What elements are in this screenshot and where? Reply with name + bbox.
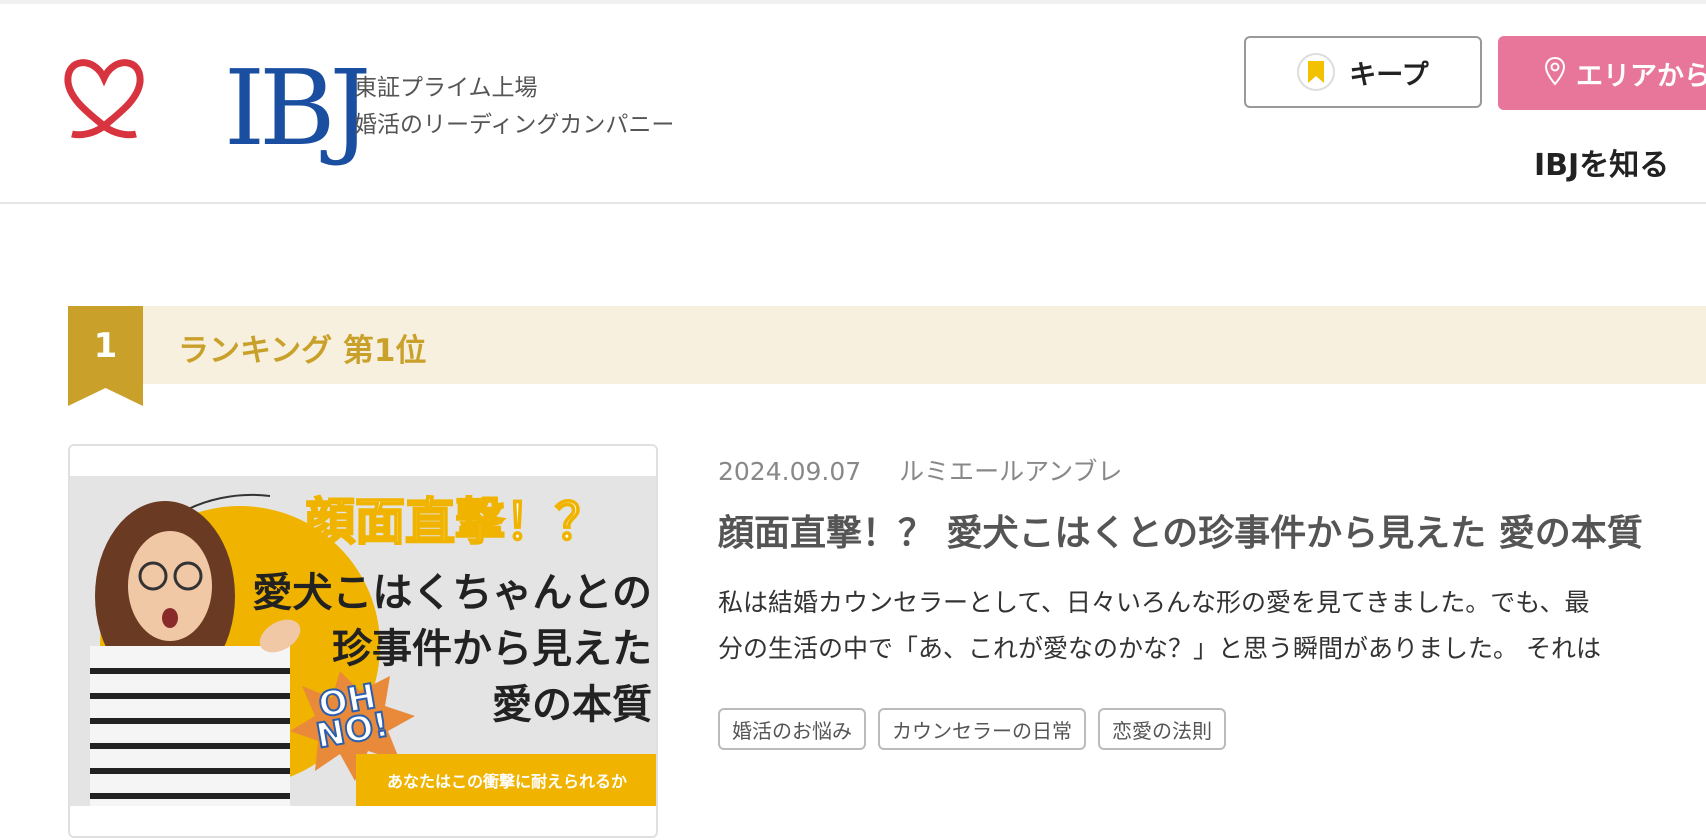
thumbnail-line-3: 愛の本質 [492, 682, 652, 728]
article-thumbnail: 顔面直撃！？ 愛犬こはくちゃんとの 珍事件から見えた 愛の本質 OH NO! あ… [70, 476, 656, 806]
excerpt-line-2: 分の生活の中で「あ、これが愛なのかな？」と思う瞬間がありました。 それは [718, 634, 1601, 663]
tag-counselor-daily[interactable]: カウンセラーの日常 [878, 708, 1086, 750]
logo-wordmark: IBJ [224, 47, 371, 169]
article-thumbnail-card[interactable]: 顔面直撃！？ 愛犬こはくちゃんとの 珍事件から見えた 愛の本質 OH NO! あ… [68, 444, 658, 838]
ibj-logo[interactable]: IBJ [64, 48, 371, 172]
map-pin-icon [1544, 56, 1566, 90]
article-tags: 婚活のお悩み カウンセラーの日常 恋愛の法則 [718, 708, 1226, 750]
thumbnail-line-1: 愛犬こはくちゃんとの [252, 570, 652, 616]
tag-konkatsu-nayami[interactable]: 婚活のお悩み [718, 708, 866, 750]
thumbnail-line-2: 珍事件から見えた [332, 626, 652, 672]
about-ibj-link[interactable]: IBJを知る [1534, 140, 1669, 184]
tagline-line-1: 東証プライム上場 [354, 75, 538, 101]
tag-love-rules[interactable]: 恋愛の法則 [1098, 708, 1226, 750]
article-excerpt: 私は結婚カウンセラーとして、日々いろんな形の愛を見てきました。でも、最 分の生活… [718, 580, 1706, 672]
tagline-line-2: 婚活のリーディングカンパニー [354, 112, 675, 138]
article-author[interactable]: ルミエールアンブレ [899, 457, 1122, 486]
area-search-label: エリアから [1576, 60, 1706, 92]
thumbnail-title: 顔面直撃！？ [304, 492, 606, 552]
company-tagline: 東証プライム上場 婚活のリーディングカンパニー [354, 70, 674, 144]
thumbnail-footer: あなたはこの衝撃に耐えられるか [356, 754, 656, 806]
keep-button[interactable]: キープ [1244, 36, 1482, 108]
ranking-label: ランキング 第1位 [178, 333, 427, 369]
heart-logo-icon [64, 59, 144, 139]
article-date: 2024.09.07 [718, 457, 862, 486]
area-search-button[interactable]: エリアから [1498, 36, 1706, 110]
bookmark-icon [1297, 53, 1336, 91]
article-meta: 2024.09.07 ルミエールアンブレ [718, 452, 1122, 488]
ranking-number: 1 [93, 326, 118, 366]
keep-label: キープ [1349, 59, 1429, 91]
article-title[interactable]: 顔面直撃！？ 愛犬こはくとの珍事件から見えた 愛の本質 [718, 504, 1643, 556]
site-header: IBJ 東証プライム上場 婚活のリーディングカンパニー キープ エリアから IB… [0, 4, 1706, 204]
excerpt-line-1: 私は結婚カウンセラーとして、日々いろんな形の愛を見てきました。でも、最 [718, 588, 1590, 617]
